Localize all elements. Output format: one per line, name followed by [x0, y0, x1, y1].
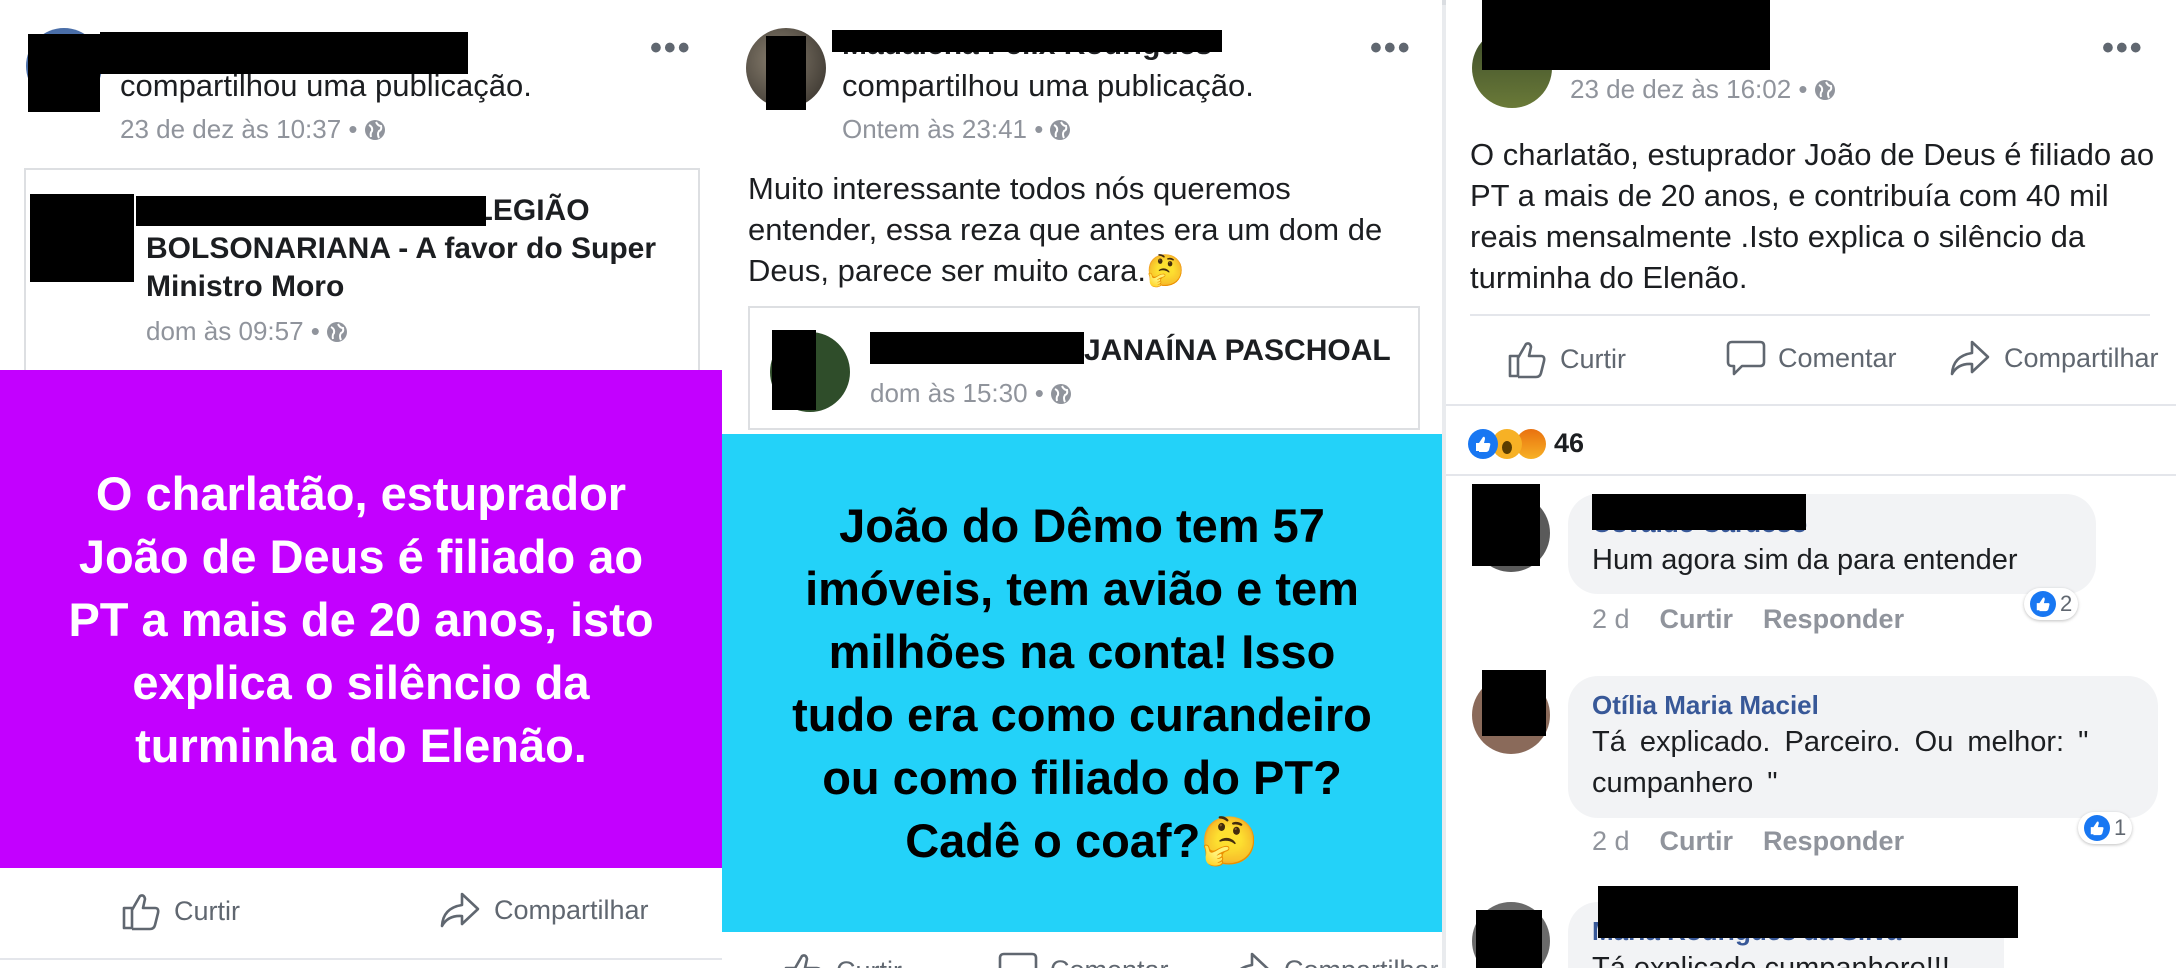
comment-reaction-count: 1: [2114, 815, 2127, 840]
comment-bubble: Osvaldo Cardoso Hum agora sim da para en…: [1568, 494, 2096, 594]
redacted-avatar: [28, 34, 100, 112]
share-button[interactable]: Compartilhar: [1948, 338, 2159, 378]
globe-icon: [1050, 120, 1071, 140]
share-button[interactable]: Compartilhar: [1228, 950, 1439, 968]
comment-meta: 2 d Curtir Responder: [1592, 604, 1904, 635]
thumbs-up-icon: [122, 894, 160, 931]
comment-text: Hum agora sim da para entender: [1592, 544, 2018, 576]
post-image[interactable]: João do Dêmo tem 57 imóveis, tem avião e…: [722, 434, 1442, 932]
share-arrow-icon: [1950, 340, 1990, 376]
post-timestamp[interactable]: Ontem às 23:41 •: [842, 114, 1071, 145]
globe-icon: [1814, 80, 1835, 100]
globe-icon: [364, 120, 385, 140]
comment-button[interactable]: Comentar: [998, 950, 1169, 968]
timestamp-link[interactable]: dom às 15:30 •: [870, 378, 1044, 408]
redacted-author-info: [1482, 0, 1770, 70]
divider: [0, 958, 722, 960]
image-caption: O charlatão, estuprador João de Deus é f…: [68, 466, 654, 772]
divider: [1446, 474, 2176, 476]
redacted-name: [1592, 494, 1806, 530]
shared-post-card[interactable]: JANAÍNA PASCHOAL dom às 15:30 •: [748, 306, 1420, 430]
shared-post-timestamp[interactable]: dom às 15:30 •: [870, 378, 1072, 409]
comment-bubble: Otília Maria Maciel Tá explicado. Parcei…: [1568, 676, 2158, 818]
redacted-avatar: [772, 330, 816, 410]
comment-button[interactable]: Comentar: [1726, 338, 1897, 378]
redacted-name: [136, 196, 486, 226]
post-image[interactable]: O charlatão, estuprador João de Deus é f…: [0, 370, 722, 868]
thumbs-up-icon: [1508, 342, 1546, 379]
timestamp-link[interactable]: dom às 09:57 •: [146, 316, 320, 346]
comment-bubble-icon: [998, 952, 1038, 968]
post-panel-2: Madalena Felix Rodrigues compartilhou um…: [722, 0, 1442, 968]
comment-label: Comentar: [1778, 342, 1897, 373]
comment-bubble-icon: [1726, 340, 1766, 376]
like-label: Curtir: [174, 895, 240, 926]
comment-age[interactable]: 2 d: [1592, 604, 1630, 634]
like-button[interactable]: Curtir: [120, 890, 240, 932]
share-label: Compartilhar: [1284, 955, 1439, 968]
redacted-author-name: [832, 30, 1222, 52]
commenter-name[interactable]: Otília Maria Maciel: [1592, 690, 1819, 721]
reaction-summary[interactable]: 46: [1468, 428, 1584, 459]
more-options-icon[interactable]: •••: [2102, 31, 2144, 65]
comment-reactions[interactable]: 1: [2078, 812, 2133, 844]
globe-icon: [326, 322, 347, 342]
timestamp-link[interactable]: 23 de dez às 10:37 •: [120, 114, 358, 144]
more-options-icon[interactable]: •••: [1370, 31, 1412, 65]
shared-post-timestamp[interactable]: dom às 09:57 •: [146, 316, 348, 347]
like-reaction-icon: [2084, 815, 2110, 841]
comment-text: Tá explicado. Parceiro. Ou melhor: " cum…: [1592, 726, 2089, 799]
share-arrow-icon: [1240, 952, 1269, 968]
comment-bubble: Maria Rodrigues da Silva Tá explicado cu…: [1568, 886, 2018, 968]
comment-like-link[interactable]: Curtir: [1660, 604, 1734, 634]
page-name: JANAÍNA PASCHOAL: [1084, 334, 1391, 367]
share-label: Compartilhar: [494, 894, 649, 925]
divider: [1470, 314, 2150, 316]
like-button[interactable]: Curtir: [782, 950, 902, 968]
like-reaction-icon: [1468, 428, 1498, 459]
redacted-avatar: [766, 36, 806, 110]
share-button[interactable]: Compartilhar: [438, 890, 649, 930]
redacted-prefix: [870, 332, 1084, 364]
post-timestamp[interactable]: 23 de dez às 16:02 •: [1570, 74, 1836, 105]
like-label: Curtir: [836, 956, 902, 968]
redacted-name: [1598, 886, 2018, 938]
share-arrow-icon: [440, 892, 480, 928]
globe-icon: [1050, 384, 1071, 404]
post-panel-3: 23 de dez às 16:02 • ••• O charlatão, es…: [1446, 0, 2176, 968]
like-reaction-icon: [2030, 591, 2056, 617]
shared-text: compartilhou uma publicação.: [842, 68, 1254, 103]
comment-reply-link[interactable]: Responder: [1763, 826, 1904, 856]
redacted-avatar: [1472, 484, 1540, 566]
thumbs-up-icon: [784, 954, 821, 968]
more-options-icon[interactable]: •••: [650, 31, 692, 65]
shared-text: compartilhou uma publicação.: [120, 68, 532, 103]
shared-post-card[interactable]: Vanderlei Guimarães ▸ LEGIÃO BOLSONARIAN…: [24, 168, 700, 372]
redacted-avatar: [1476, 910, 1542, 968]
comment-reactions[interactable]: 2: [2024, 588, 2079, 620]
comment-age[interactable]: 2 d: [1592, 826, 1630, 856]
share-label: Compartilhar: [2004, 342, 2159, 373]
timestamp-link[interactable]: Ontem às 23:41 •: [842, 114, 1043, 144]
shared-post-title[interactable]: JANAÍNA PASCHOAL: [870, 332, 1410, 370]
post-panel-1: compartilhou uma publicação. 23 de dez à…: [0, 0, 722, 968]
image-caption: João do Dêmo tem 57 imóveis, tem avião e…: [792, 499, 1372, 867]
post-body: O charlatão, estuprador João de Deus é f…: [1470, 137, 2155, 295]
divider: [1446, 404, 2176, 406]
timestamp-link[interactable]: 23 de dez às 16:02 •: [1570, 74, 1808, 104]
comment-text: Tá explicado cumpanhero!!!: [1592, 952, 1950, 968]
post-body: Muito interessante todos nós queremos en…: [748, 171, 1383, 288]
comment-reaction-count: 2: [2060, 591, 2073, 616]
comment-like-link[interactable]: Curtir: [1660, 826, 1734, 856]
comment-meta: 2 d Curtir Responder: [1592, 826, 1904, 857]
like-label: Curtir: [1560, 343, 1626, 374]
comment-reply-link[interactable]: Responder: [1763, 604, 1904, 634]
redacted-avatar: [1482, 670, 1546, 736]
redacted-avatar: [30, 194, 134, 282]
reaction-count: 46: [1554, 428, 1585, 458]
comment-label: Comentar: [1050, 955, 1169, 968]
post-timestamp[interactable]: 23 de dez às 10:37 •: [120, 114, 386, 145]
like-button[interactable]: Curtir: [1506, 338, 1626, 380]
